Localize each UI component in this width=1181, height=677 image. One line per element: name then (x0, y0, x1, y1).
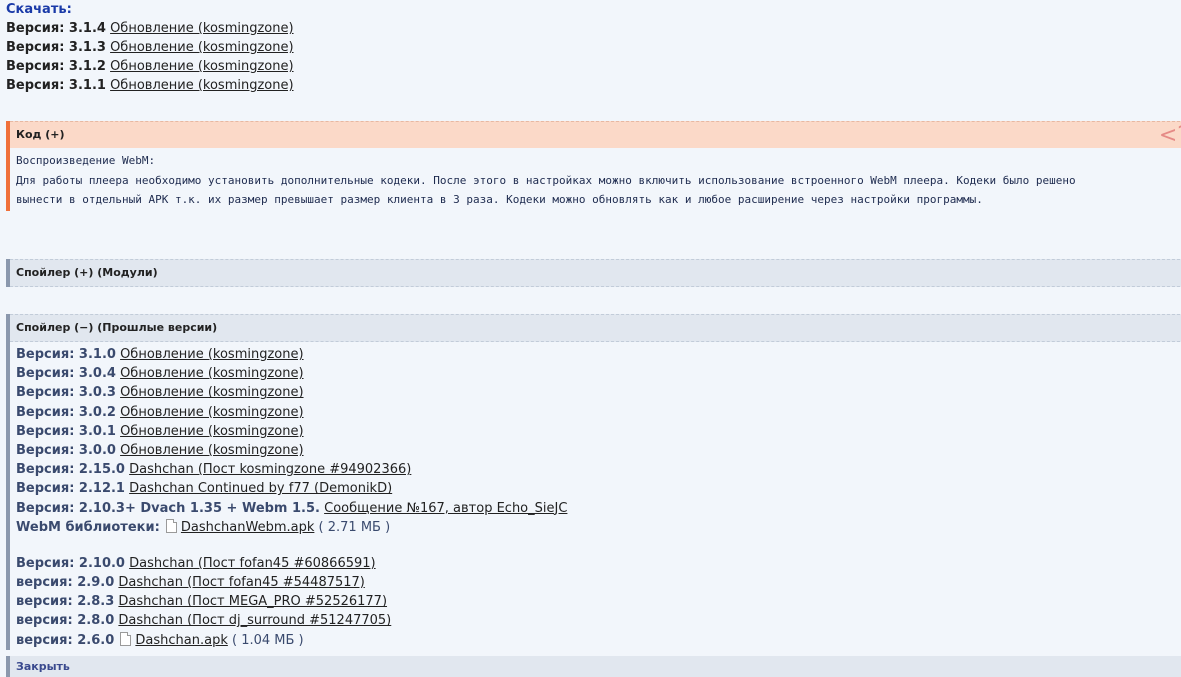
spoiler-old-versions-content: Версия: 3.1.0 Обновление (kosmingzone) В… (10, 342, 1181, 650)
spoiler-old-versions: Спойлер (−) (Прошлые версии) Версия: 3.1… (6, 314, 1181, 650)
list-item: версия: 2.9.0 Dashchan (Пост fofan45 #54… (16, 573, 1181, 592)
version-link[interactable]: Dashchan (Пост dj_surround #51247705) (118, 613, 391, 628)
version-link[interactable]: Dashchan Continued by f77 (DemonikD) (129, 481, 392, 496)
version-label: Версия: 2.12.1 (16, 481, 125, 497)
version-link[interactable]: Обновление (kosmingzone) (120, 405, 303, 420)
list-item: Версия: 2.12.1 Dashchan Continued by f77… (16, 479, 1181, 498)
webm-file-link[interactable]: DashchanWebm.apk (181, 520, 314, 535)
version-label: Версия: 3.0.0 (16, 442, 116, 458)
version-label: версия: 2.9.0 (16, 575, 115, 591)
version-label: Версия: 3.1.3 (6, 40, 106, 55)
version-link[interactable]: Dashchan (Пост kosmingzone #94902366) (129, 462, 411, 477)
spoiler-old-versions-toggle[interactable]: Спойлер (−) (Прошлые версии) (10, 314, 1181, 342)
version-label: Версия: 3.0.4 (16, 366, 116, 382)
version-label: Версия: 3.1.2 (6, 59, 106, 74)
list-item: Версия: 3.0.4 Обновление (kosmingzone) (16, 364, 1181, 383)
download-item: Версия: 3.1.3 Обновление (kosmingzone) (6, 38, 1176, 57)
list-item: версия: 2.8.3 Dashchan (Пост MEGA_PRO #5… (16, 592, 1181, 611)
list-item: Версия: 2.10.3+ Dvach 1.35 + Webm 1.5. С… (16, 499, 1181, 518)
code-content: Воспроизведение WebM: Для работы плеера … (10, 148, 1181, 210)
update-link[interactable]: Обновление (kosmingzone) (110, 40, 293, 55)
download-item: Версия: 3.1.4 Обновление (kosmingzone) (6, 19, 1176, 38)
version-link[interactable]: Обновление (kosmingzone) (120, 443, 303, 458)
version-label: Версия: 2.10.3+ Dvach 1.35 + Webm 1.5. (16, 500, 320, 516)
version-link[interactable]: Обновление (kosmingzone) (120, 385, 303, 400)
apk-file-link[interactable]: Dashchan.apk (135, 633, 227, 648)
code-line: Для работы плеера необходимо установить … (16, 173, 1076, 187)
version-label: Версия: 2.15.0 (16, 462, 125, 478)
webm-library-item: WebM библиотеки: DashchanWebm.apk ( 2.71… (16, 518, 1181, 537)
webm-label: WebM библиотеки: (16, 519, 160, 535)
version-label: Версия: 3.0.3 (16, 385, 116, 401)
version-label: Версия: 3.0.1 (16, 423, 116, 439)
list-item: версия: 2.6.0 Dashchan.apk ( 1.04 МБ ) (16, 631, 1181, 650)
spoiler-modules: Спойлер (+) (Модули) (6, 259, 1181, 287)
file-icon (165, 518, 177, 533)
list-item: Версия: 3.0.3 Обновление (kosmingzone) (16, 383, 1181, 402)
file-size: ( 2.71 МБ ) (318, 519, 391, 535)
update-link[interactable]: Обновление (kosmingzone) (110, 78, 293, 93)
version-link[interactable]: Обновление (kosmingzone) (120, 347, 303, 362)
version-label: Версия: 3.1.4 (6, 21, 106, 36)
version-link[interactable]: Обновление (kosmingzone) (120, 366, 303, 381)
version-link[interactable]: Dashchan (Пост MEGA_PRO #52526177) (118, 594, 387, 609)
list-item: Версия: 3.0.0 Обновление (kosmingzone) (16, 441, 1181, 460)
list-item: версия: 2.8.0 Dashchan (Пост dj_surround… (16, 611, 1181, 630)
close-button[interactable]: Закрыть (6, 656, 1181, 677)
version-link[interactable]: Dashchan (Пост fofan45 #54487517) (118, 575, 365, 590)
download-item: Версия: 3.1.2 Обновление (kosmingzone) (6, 57, 1176, 76)
update-link[interactable]: Обновление (kosmingzone) (110, 59, 293, 74)
list-item: Версия: 2.15.0 Dashchan (Пост kosmingzon… (16, 460, 1181, 479)
code-header-label: Код (+) (16, 128, 65, 141)
download-section: Скачать: Версия: 3.1.4 Обновление (kosmi… (6, 0, 1176, 95)
download-title: Скачать: (6, 2, 72, 17)
version-link[interactable]: Обновление (kosmingzone) (120, 424, 303, 439)
expand-arrow-icon[interactable]: <? (1159, 122, 1181, 150)
code-line: вынести в отдельный APK т.к. их размер п… (16, 193, 983, 206)
version-label: Версия: 2.10.0 (16, 555, 125, 571)
version-label: Версия: 3.0.2 (16, 404, 116, 420)
spoiler-modules-toggle[interactable]: Спойлер (+) (Модули) (10, 259, 1181, 287)
update-link[interactable]: Обновление (kosmingzone) (110, 21, 293, 36)
version-label: версия: 2.8.0 (16, 613, 115, 629)
code-toggle[interactable]: Код (+) <? (10, 121, 1181, 148)
file-size: ( 1.04 МБ ) (232, 632, 304, 648)
code-block: Код (+) <? Воспроизведение WebM: Для раб… (6, 121, 1181, 211)
list-item: Версия: 3.0.2 Обновление (kosmingzone) (16, 403, 1181, 422)
list-item: Версия: 3.1.0 Обновление (kosmingzone) (16, 345, 1181, 364)
list-item: Версия: 2.10.0 Dashchan (Пост fofan45 #6… (16, 554, 1181, 573)
download-item: Версия: 3.1.1 Обновление (kosmingzone) (6, 76, 1176, 95)
version-label: версия: 2.6.0 (16, 632, 115, 648)
version-label: Версия: 3.1.0 (16, 347, 116, 362)
version-link[interactable]: Сообщение №167, автор Echo_SieJC (324, 501, 567, 516)
version-label: версия: 2.8.3 (16, 594, 115, 610)
version-link[interactable]: Dashchan (Пост fofan45 #60866591) (129, 556, 376, 571)
version-label: Версия: 3.1.1 (6, 78, 106, 93)
code-line: Воспроизведение WebM: (16, 154, 156, 167)
file-icon (120, 631, 132, 646)
list-item: Версия: 3.0.1 Обновление (kosmingzone) (16, 422, 1181, 441)
